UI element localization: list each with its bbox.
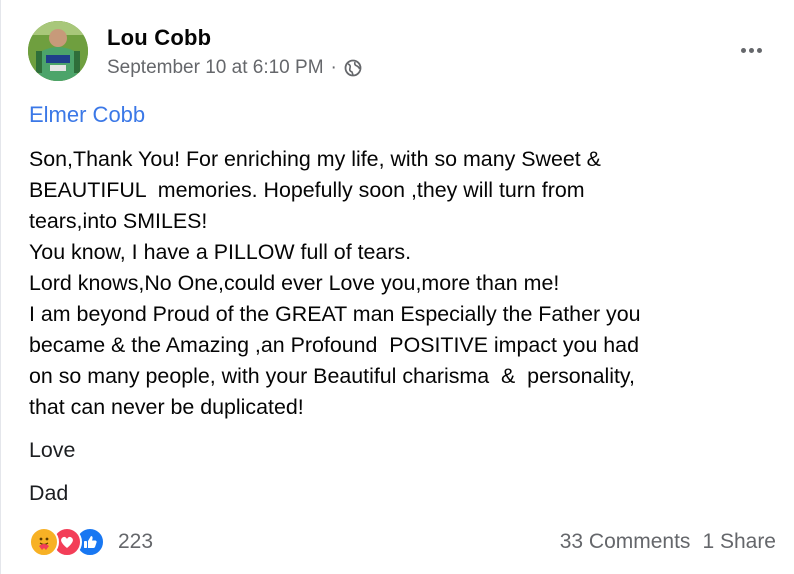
tagged-person-link[interactable]: Elmer Cobb: [29, 102, 145, 128]
message-line: tears,into SMILES!: [29, 209, 208, 233]
post-meta: September 10 at 6:10 PM ·: [107, 57, 362, 79]
shares-count-link[interactable]: 1 Share: [702, 530, 776, 554]
message-line: Son,Thank You! For enriching my life, wi…: [29, 147, 601, 171]
post-timestamp[interactable]: September 10 at 6:10 PM: [107, 57, 324, 79]
reaction-count: 223: [118, 530, 154, 553]
meta-separator: ·: [330, 57, 337, 78]
author-name[interactable]: Lou Cobb: [107, 25, 211, 51]
more-options-icon[interactable]: [734, 38, 768, 62]
message-line: became & the Amazing ,an Profound POSITI…: [29, 333, 639, 357]
message-line: Lord knows,No One,could ever Love you,mo…: [29, 271, 560, 295]
message-line: that can never be duplicated!: [29, 395, 304, 419]
post-card: Lou Cobb September 10 at 6:10 PM · Elmer…: [0, 0, 794, 574]
care-icon: [29, 527, 59, 557]
comments-count-link[interactable]: 33 Comments: [560, 530, 691, 554]
engagement-stats: 33 Comments 1 Share: [560, 530, 776, 554]
post-message: Son,Thank You! For enriching my life, wi…: [29, 144, 789, 423]
message-line: BEAUTIFUL memories. Hopefully soon ,they…: [29, 178, 585, 202]
message-line: You know, I have a PILLOW full of tears.: [29, 240, 412, 264]
message-closing: Love: [29, 438, 76, 462]
message-signature: Dad: [29, 481, 69, 505]
message-line: on so many people, with your Beautiful c…: [29, 364, 635, 388]
avatar-photo: [28, 21, 88, 81]
globe-icon[interactable]: [344, 59, 362, 77]
message-line: I am beyond Proud of the GREAT man Espec…: [29, 302, 641, 326]
avatar[interactable]: [28, 21, 88, 81]
reactions-summary[interactable]: 223: [29, 527, 153, 557]
